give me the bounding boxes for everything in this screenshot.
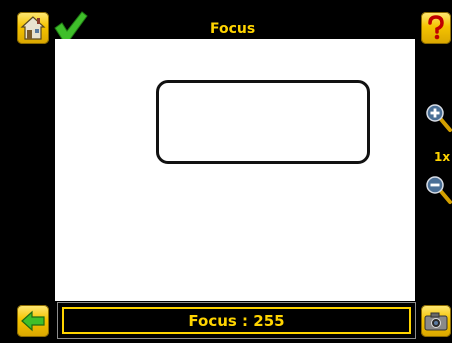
back-arrow-icon [21, 310, 45, 332]
region-of-interest-box[interactable] [156, 80, 370, 164]
camera-button[interactable] [421, 305, 451, 337]
camera-icon [424, 312, 448, 331]
home-button[interactable] [17, 12, 49, 44]
zoom-level-label: 1x [434, 150, 451, 164]
zoom-in-icon[interactable] [426, 104, 452, 134]
back-button[interactable] [17, 305, 49, 337]
question-mark-icon [428, 15, 444, 40]
focus-value-text: Focus : 255 [188, 311, 285, 330]
page-title: Focus [203, 21, 263, 38]
zoom-out-icon[interactable] [426, 176, 452, 206]
help-button[interactable] [421, 12, 451, 44]
home-icon [20, 16, 46, 40]
camera-viewport[interactable] [55, 39, 415, 301]
status-frame: Focus : 255 [62, 307, 411, 334]
status-bar: Focus : 255 [57, 302, 416, 339]
